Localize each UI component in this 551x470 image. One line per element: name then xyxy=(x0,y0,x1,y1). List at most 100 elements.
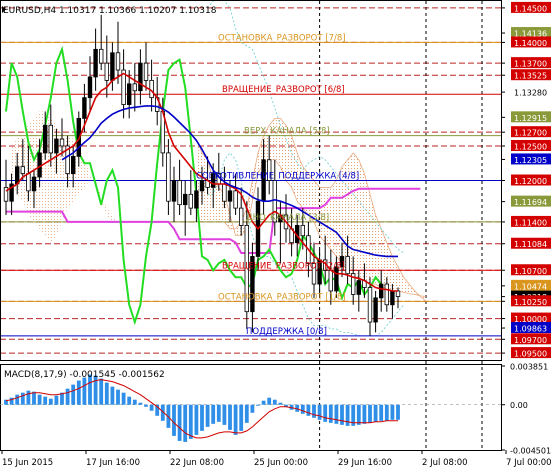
price-label: 1.14000 xyxy=(514,39,547,48)
macd-bar xyxy=(172,404,176,436)
price-label: 1.11694 xyxy=(514,198,547,207)
candle-body xyxy=(390,290,395,306)
price-label: 1.13700 xyxy=(514,60,547,69)
macd-bar xyxy=(54,395,59,405)
candle-body xyxy=(345,256,350,275)
candle-body xyxy=(182,193,188,206)
time-label: 15 Jun 2015 xyxy=(2,458,53,468)
macd-bar xyxy=(368,404,372,423)
price-label: 1.13280 xyxy=(514,89,547,98)
candle-body xyxy=(227,190,233,202)
macd-bar xyxy=(345,404,350,426)
macd-scale-label: 0.003851 xyxy=(510,363,548,372)
time-label: 17 Jun 16:00 xyxy=(86,458,140,468)
macd-bar xyxy=(211,404,216,424)
macd-bar xyxy=(362,404,367,424)
macd-bar xyxy=(60,392,64,405)
candle-body xyxy=(110,52,115,81)
macd-bar xyxy=(149,404,154,411)
murray-level-label: ОСТАНОВКА_РАЗВОРОТ [7/8] xyxy=(218,33,346,43)
murray-level-label: ВЕРХ_КАНАЛА [5/8] xyxy=(244,127,330,137)
candle-body xyxy=(188,193,193,209)
macd-bar xyxy=(300,404,305,414)
macd-bar xyxy=(48,398,53,405)
candle-body xyxy=(166,152,171,202)
macd-bar xyxy=(177,404,182,441)
macd-bar xyxy=(222,404,227,425)
macd-bar xyxy=(312,404,316,418)
macd-bar xyxy=(306,404,311,416)
candle-body xyxy=(26,173,31,192)
candle-body xyxy=(356,280,361,295)
candle-body xyxy=(194,190,199,209)
macd-bar xyxy=(144,404,148,407)
candle-body xyxy=(43,124,48,154)
macd-title: MACD(8,17,9) -0.001545 -0.001562 xyxy=(4,370,165,380)
trading-chart[interactable]: ОСТАНОВКА_РАЗВОРОТ [7/8] ВРАЩЕНИЕ_РАЗВОРО… xyxy=(0,0,551,470)
time-label: 7 Jul 00:00 xyxy=(506,458,551,468)
price-label: 1.12305 xyxy=(514,156,547,165)
macd-bar xyxy=(323,404,328,422)
macd-bar xyxy=(256,404,260,406)
candle-body xyxy=(93,48,98,78)
macd-bar xyxy=(216,404,221,422)
macd-bar xyxy=(20,392,25,405)
macd-bar xyxy=(37,394,42,405)
candle-body xyxy=(199,180,205,192)
candle-body xyxy=(132,83,137,92)
candle-body xyxy=(99,48,104,64)
murray-level-label: ВРАЩЕНИЕ_РАЗВОРОТ [6/8] xyxy=(222,85,345,95)
price-label: 1.10700 xyxy=(514,267,547,276)
candle-body xyxy=(378,283,384,299)
macd-bar xyxy=(183,404,188,442)
candle-body xyxy=(238,207,244,226)
candle-body xyxy=(37,152,42,178)
price-label: 1.12915 xyxy=(514,114,547,123)
macd-bar xyxy=(340,404,344,425)
candle-body xyxy=(177,180,182,206)
macd-bar xyxy=(272,399,277,405)
macd-bar xyxy=(396,404,400,420)
price-label: 1.09863 xyxy=(514,325,547,334)
macd-bar xyxy=(82,377,87,405)
macd-bar xyxy=(205,404,210,427)
macd-bar xyxy=(373,404,378,422)
price-label: 1.13525 xyxy=(514,72,547,81)
candle-body xyxy=(31,176,37,192)
murray-level-label: ОСТАНОВКА_РАЗВОРОТ [1/8] xyxy=(218,292,346,302)
candle-body xyxy=(59,138,65,147)
macd-bar xyxy=(379,404,384,421)
candle-body xyxy=(328,269,333,292)
macd-bar xyxy=(384,404,389,421)
macd-bar xyxy=(76,380,81,405)
macd-bar xyxy=(15,394,20,405)
candle-body xyxy=(127,83,132,105)
candle-body xyxy=(300,224,305,237)
time-label: 29 Jun 16:00 xyxy=(338,458,392,468)
macd-bar xyxy=(200,404,204,431)
time-label: 2 Jul 08:00 xyxy=(422,458,468,468)
candle-body xyxy=(71,155,76,174)
candle-body xyxy=(82,97,87,119)
murray-level-label: ВРАЩЕНИЕ_РАЗВОРОТ [2/8] xyxy=(222,261,345,271)
macd-bar xyxy=(99,378,104,405)
candle-body xyxy=(222,183,227,202)
price-label: 1.09500 xyxy=(514,350,547,359)
macd-bar xyxy=(110,386,115,405)
candle-body xyxy=(121,69,126,105)
macd-scale-label: -0.004501 xyxy=(510,447,551,456)
macd-bar xyxy=(121,392,126,405)
candle-body xyxy=(104,62,109,81)
macd-bar xyxy=(127,396,132,405)
candle-body xyxy=(143,62,149,81)
macd-bar xyxy=(250,404,255,413)
macd-bar xyxy=(194,404,199,435)
macd-bar xyxy=(188,404,193,439)
macd-bar xyxy=(278,402,283,405)
macd-bar xyxy=(317,404,322,420)
macd-bar xyxy=(233,404,238,435)
candle-body xyxy=(367,287,373,323)
macd-bar xyxy=(228,404,232,430)
candle-body xyxy=(20,166,25,174)
macd-bar xyxy=(356,404,361,425)
